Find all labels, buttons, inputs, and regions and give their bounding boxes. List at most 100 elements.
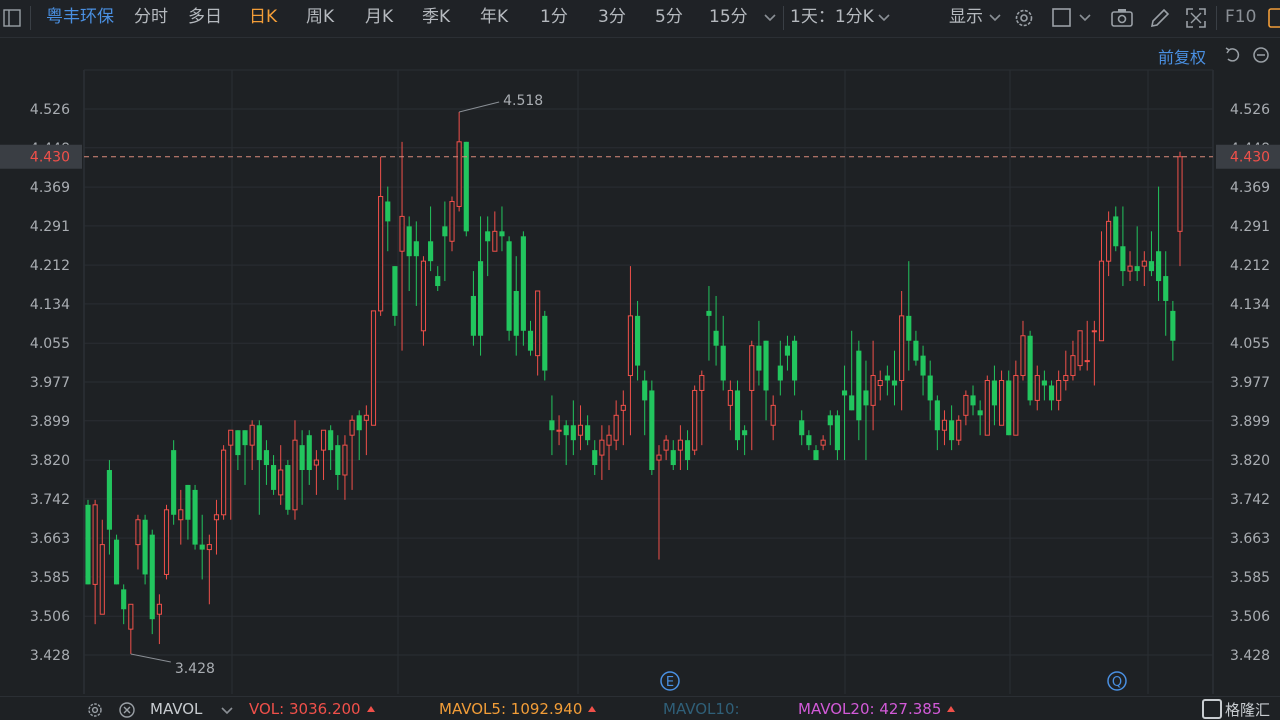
y-tick-label-right: 3.977 <box>1230 375 1270 391</box>
candle-body <box>420 260 427 332</box>
toolbar-divider <box>30 6 31 30</box>
y-tick-label-right: 4.134 <box>1230 297 1270 313</box>
candle-body <box>1006 380 1012 436</box>
candle-body <box>884 375 890 381</box>
pencil-icon[interactable] <box>1148 6 1172 30</box>
toolbar-divider <box>1216 6 1217 30</box>
tab-1min[interactable]: 1分 <box>540 0 568 37</box>
chevron-down-icon[interactable] <box>988 10 1002 24</box>
candle-body <box>549 420 555 431</box>
candle-body <box>977 410 983 416</box>
candle-body <box>542 315 548 371</box>
candle-body <box>335 445 341 475</box>
camera-icon[interactable] <box>1110 6 1134 30</box>
gear-icon[interactable] <box>1012 6 1036 30</box>
chevron-down-icon[interactable] <box>1078 10 1092 24</box>
candle-body <box>1077 330 1083 367</box>
candle-body <box>513 291 519 336</box>
candle-body <box>813 450 819 461</box>
candle-body <box>991 380 998 406</box>
square-icon[interactable] <box>1050 6 1074 30</box>
candle-body <box>378 196 384 312</box>
candle-body <box>585 425 591 441</box>
chevron-down-icon[interactable] <box>763 10 777 24</box>
sidebar-toggle-icon[interactable] <box>3 9 21 27</box>
candle-body <box>713 330 719 346</box>
y-tick-label-left: 3.899 <box>30 414 70 430</box>
mavol20-readout: MAVOL20: 427.385 <box>798 700 956 718</box>
candle-body <box>1120 246 1126 272</box>
close-icon[interactable] <box>118 701 136 719</box>
candle-body <box>734 390 741 441</box>
y-tick-label-right: 3.585 <box>1230 570 1270 586</box>
tab-5min[interactable]: 5分 <box>655 0 683 37</box>
candle-body <box>1148 261 1155 272</box>
candle-body <box>649 390 655 471</box>
y-tick-label-right: 4.526 <box>1230 102 1270 118</box>
display-menu[interactable]: 显示 <box>949 0 983 37</box>
candle-body <box>970 395 976 406</box>
tab-monthly-k[interactable]: 月K <box>365 0 393 37</box>
y-tick-label-right: 4.055 <box>1230 336 1270 352</box>
candle-body <box>392 266 398 316</box>
candle-body <box>278 469 284 496</box>
tab-yearly-k[interactable]: 年K <box>480 0 508 37</box>
candle-body <box>684 440 691 461</box>
candle-body <box>634 315 641 366</box>
candle-body <box>520 236 526 331</box>
candle-body <box>820 439 826 446</box>
y-tick-label-left: 3.585 <box>30 570 70 586</box>
candle-body <box>449 200 455 242</box>
y-tick-label-right: 4.212 <box>1230 258 1270 274</box>
candle-body <box>577 424 584 436</box>
candle-body <box>413 241 419 257</box>
candle-body <box>256 425 262 461</box>
candle-body <box>535 290 541 357</box>
tab-3min[interactable]: 3分 <box>598 0 626 37</box>
candle-body <box>1141 260 1147 267</box>
candlestick-chart[interactable]: 4.5264.5264.4484.4484.3694.3694.2914.291… <box>0 37 1280 694</box>
candlestick-chart-svg[interactable]: 4.5264.5264.4484.4484.3694.3694.2914.291… <box>0 37 1280 694</box>
side-panel-icon[interactable] <box>1268 6 1280 30</box>
interval-select[interactable]: 1天：1分K <box>790 0 874 37</box>
candle-body <box>263 450 270 466</box>
chevron-down-icon[interactable] <box>877 10 891 24</box>
logo-text: 格隆汇 <box>1224 701 1270 719</box>
candle-body <box>185 484 191 520</box>
y-tick-label-right: 3.428 <box>1230 648 1270 664</box>
candle-body <box>470 295 476 336</box>
candle-body <box>428 241 434 262</box>
candle-body <box>913 340 919 361</box>
mavol10-readout: MAVOL10: <box>663 700 740 718</box>
candle-body <box>285 465 291 510</box>
tab-15min[interactable]: 15分 <box>709 0 748 37</box>
candle-body <box>121 589 127 610</box>
f10-button[interactable]: F10 <box>1225 0 1256 37</box>
y-tick-label-right: 3.506 <box>1230 609 1270 625</box>
candle-body <box>906 315 912 341</box>
candle-body <box>756 345 762 371</box>
candle-body <box>599 439 605 456</box>
gear-icon[interactable] <box>86 701 104 719</box>
candle-body <box>1034 375 1040 401</box>
indicator-name[interactable]: MAVOL <box>150 700 202 718</box>
candle-body <box>699 375 705 391</box>
candle-body <box>1070 355 1076 377</box>
candle-body <box>1056 380 1062 401</box>
candle-body <box>242 430 248 446</box>
fullscreen-icon[interactable] <box>1184 6 1208 30</box>
tab-intraday[interactable]: 分时 <box>134 0 168 37</box>
tab-multi-day[interactable]: 多日 <box>188 0 222 37</box>
candle-body <box>149 534 155 620</box>
vol-label: VOL: <box>249 700 285 718</box>
candle-body <box>784 345 791 356</box>
chevron-down-icon[interactable] <box>220 703 234 717</box>
tab-weekly-k[interactable]: 周K <box>306 0 334 37</box>
candle-body <box>270 465 277 490</box>
tab-daily-k[interactable]: 日K <box>249 0 277 37</box>
candle-body <box>706 310 712 316</box>
tab-quarterly-k[interactable]: 季K <box>422 0 450 37</box>
stock-name[interactable]: 粤丰环保 <box>46 0 114 37</box>
candle-body <box>749 345 755 391</box>
candle-body <box>620 404 626 411</box>
